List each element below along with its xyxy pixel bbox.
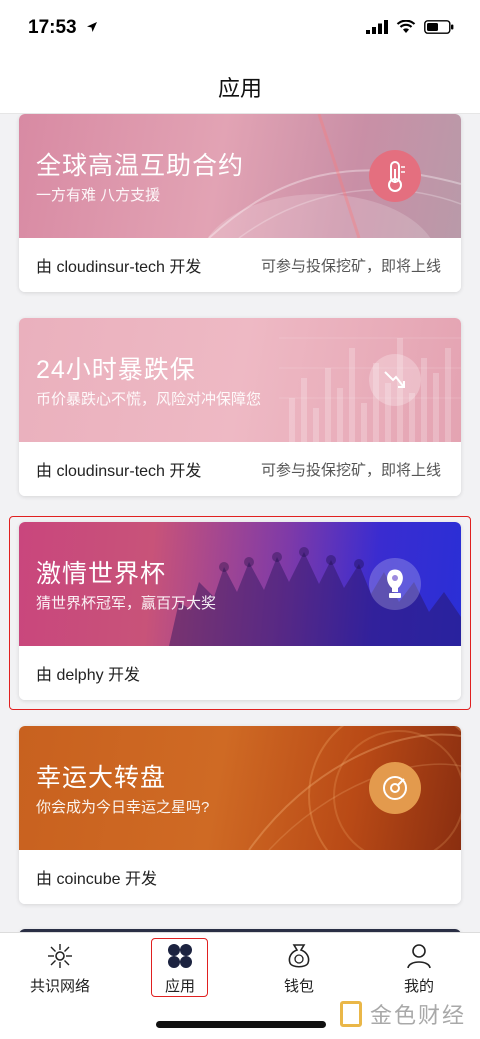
app-card-banner[interactable]: 幸运大转盘 你会成为今日幸运之星吗?: [19, 726, 461, 850]
app-card-footer: 由 cloudinsur-tech 开发 可参与投保挖矿，即将上线: [19, 442, 461, 496]
wallet-bag-icon: [284, 941, 314, 971]
highlight-frame: [9, 516, 471, 710]
active-tab-highlight: [151, 938, 208, 997]
tab-wallet[interactable]: 钱包: [259, 941, 339, 997]
app-card-banner[interactable]: 全球高温互助合约 一方有难 八方支援: [19, 114, 461, 238]
watermark: 金色财经: [339, 998, 466, 1030]
app-card-subtitle: 你会成为今日幸运之星吗?: [36, 799, 210, 816]
app-card-lucky-wheel[interactable]: 幸运大转盘 你会成为今日幸运之星吗? 由 coincube 开发: [19, 726, 461, 904]
tab-profile[interactable]: 我的: [379, 941, 459, 997]
downtrend-arrow-icon: [369, 354, 421, 406]
app-card-status: 可参与投保挖矿，即将上线: [260, 461, 441, 479]
signal-icon: [366, 20, 388, 34]
network-icon: [45, 941, 75, 971]
wifi-icon: [396, 20, 416, 33]
app-card-title: 全球高温互助合约: [36, 152, 245, 180]
app-card-developer: 由 cloudinsur-tech 开发: [36, 259, 202, 276]
nav-bar: 应用: [0, 60, 480, 114]
profile-icon: [404, 941, 434, 971]
page-title: 应用: [217, 75, 262, 101]
watermark-text: 金色财经: [369, 1003, 466, 1028]
app-card-title: 24小时暴跌保: [36, 356, 196, 384]
app-card-title: 幸运大转盘: [36, 764, 167, 792]
battery-icon: [424, 20, 454, 34]
wheel-icon: [369, 762, 421, 814]
app-card-developer: 由 cloudinsur-tech 开发: [36, 463, 202, 480]
app-card-status: 可参与投保挖矿，即将上线: [260, 257, 441, 275]
location-arrow-icon: [87, 22, 97, 32]
tab-label: 共识网络: [29, 978, 90, 995]
app-card-footer: 由 cloudinsur-tech 开发 可参与投保挖矿，即将上线: [19, 238, 461, 292]
watermark-logo-icon: [339, 1001, 362, 1027]
tab-label: 我的: [403, 978, 434, 995]
status-time: 17:53: [28, 17, 77, 38]
thermometer-icon: [369, 150, 421, 202]
app-card-developer: 由 coincube 开发: [36, 871, 157, 888]
app-card-global-heat[interactable]: 全球高温互助合约 一方有难 八方支援 由 cloudinsur-tech 开发 …: [19, 114, 461, 292]
home-indicator[interactable]: [156, 1021, 326, 1028]
app-card-banner[interactable]: 24小时暴跌保 币价暴跌心不慌，风险对冲保障您: [19, 318, 461, 442]
app-card-subtitle: 一方有难 八方支援: [36, 187, 161, 204]
status-indicators: [366, 20, 454, 34]
status-bar: 17:53: [0, 0, 480, 60]
app-card-footer: 由 coincube 开发: [19, 850, 461, 904]
app-card-subtitle: 币价暴跌心不慌，风险对冲保障您: [36, 391, 262, 408]
app-card-24h-crash[interactable]: 24小时暴跌保 币价暴跌心不慌，风险对冲保障您 由 cloudinsur-tec…: [19, 318, 461, 496]
tab-consensus-network[interactable]: 共识网络: [20, 941, 100, 997]
tab-label: 钱包: [283, 978, 314, 995]
